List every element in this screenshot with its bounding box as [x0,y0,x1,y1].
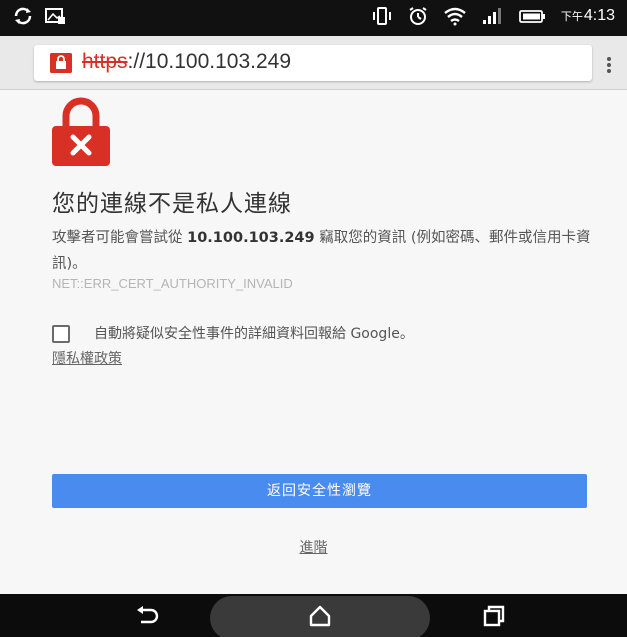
report-option[interactable]: 自動將疑似安全性事件的詳細資料回報給 Google。 [52,323,612,347]
battery-icon [518,10,545,23]
status-bar: 下午4:13 [0,0,627,36]
url-host: ://10.100.103.249 [127,50,292,73]
error-code: NET::ERR_CERT_AUTHORITY_INVALID [52,276,293,291]
warning-description: 攻擊者可能會嘗試從 10.100.103.249 竊取您的資訊 (例如密碼、郵件… [52,225,597,277]
overflow-menu-icon[interactable] [606,56,612,74]
advanced-container: 進階 [0,537,627,557]
red-lock-icon [52,97,110,166]
home-icon[interactable] [306,602,334,630]
broken-lock-icon[interactable] [50,53,72,73]
advanced-link[interactable]: 進階 [300,540,328,556]
clock-ampm: 下午 [560,11,583,23]
report-checkbox-label[interactable]: 自動將疑似安全性事件的詳細資料回報給 Google。 [94,323,414,343]
recents-icon[interactable] [480,602,508,630]
status-left-icons [12,6,66,26]
warning-text-pre: 攻擊者可能會嘗試從 [52,230,188,246]
signal-icon [482,8,501,24]
back-icon[interactable] [133,602,161,630]
wifi-icon [444,7,466,26]
clock-time: 4:13 [583,7,615,24]
system-nav-bar [0,594,627,637]
url-text[interactable]: https://10.100.103.249 [82,50,291,74]
page-title: 您的連線不是私人連線 [52,191,292,217]
address-bar[interactable]: https://10.100.103.249 [34,45,611,81]
report-checkbox[interactable] [52,325,70,343]
vibrate-icon [372,7,391,25]
privacy-policy-link[interactable]: 隱私權政策 [52,348,122,368]
status-right-icons: 下午4:13 [371,6,615,26]
sync-icon [14,7,32,25]
image-icon [45,8,65,24]
warning-host: 10.100.103.249 [187,230,315,246]
alarm-icon [409,7,427,25]
clock: 下午4:13 [561,7,615,25]
url-scheme: https [82,50,128,73]
ssl-interstitial: 您的連線不是私人連線 攻擊者可能會嘗試從 10.100.103.249 竊取您的… [0,90,627,594]
browser-toolbar: https://10.100.103.249 [0,36,627,90]
back-to-safety-button[interactable]: 返回安全性瀏覽 [52,474,587,508]
